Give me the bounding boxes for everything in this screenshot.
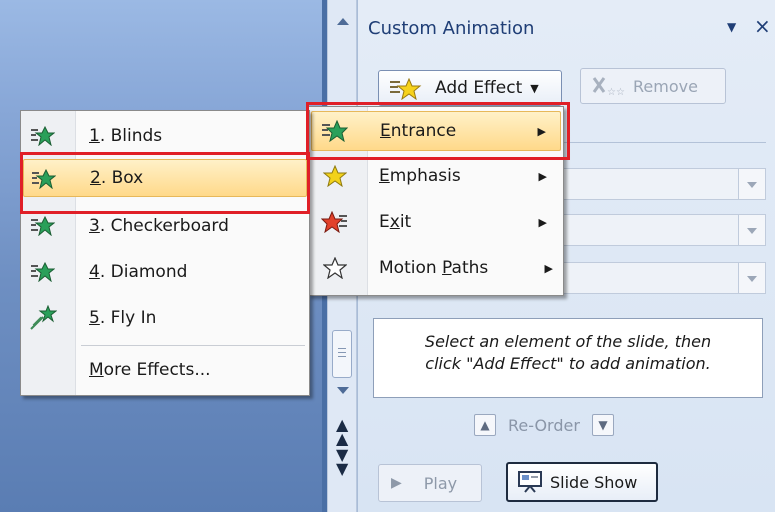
fly-in-key: 5 <box>89 308 100 328</box>
previous-slide-icon[interactable]: ▲ ▲ <box>336 417 348 447</box>
submenu-arrow-icon: ▶ <box>538 169 547 183</box>
fly-in-label: . Fly In <box>99 308 157 328</box>
chevron-down-icon: ▼ <box>530 81 539 95</box>
emphasis-star-icon <box>323 165 347 187</box>
property-dropdown-arrow-icon[interactable] <box>738 215 765 245</box>
move-up-arrow-icon[interactable]: ▲ <box>474 414 496 436</box>
blinds-key: 1 <box>89 126 100 146</box>
reorder-label: Re-Order <box>508 415 580 435</box>
menu-separator <box>81 345 305 346</box>
play-label: Play <box>423 473 458 493</box>
slide-show-label: Slide Show <box>550 472 638 492</box>
diamond-key: 4 <box>89 262 100 282</box>
pane-menu-dropdown-icon[interactable]: ▼ <box>727 20 736 34</box>
scroll-up-arrow-icon[interactable] <box>337 18 349 25</box>
more-effects-key: M <box>89 360 104 380</box>
remove-button[interactable]: ☆☆ Remove <box>580 68 726 104</box>
add-effect-star-icon <box>390 78 422 100</box>
blinds-star-icon <box>31 126 55 146</box>
blinds-label: . Blinds <box>99 126 163 146</box>
motion-paths-pre: Motion <box>379 258 443 278</box>
add-effect-button[interactable]: Add Effect ▼ <box>378 70 562 106</box>
slide-show-icon <box>518 471 542 493</box>
slide-show-button[interactable]: Slide Show <box>506 462 658 502</box>
reorder-group: ▲ Re-Order ▼ <box>474 414 614 436</box>
menu-item-diamond[interactable]: 4. Diamond <box>23 253 307 291</box>
checkerboard-star-icon <box>31 216 55 236</box>
checkerboard-key: 3 <box>89 216 100 236</box>
animation-list-box[interactable]: Select an element of the slide, then cli… <box>373 318 763 398</box>
next-slide-icon[interactable]: ▼ ▼ <box>336 447 348 477</box>
exit-key: x <box>389 212 400 232</box>
motion-paths-star-icon <box>323 257 347 279</box>
move-down-arrow-icon[interactable]: ▼ <box>591 414 614 436</box>
add-effect-label: Add Effect <box>435 78 523 98</box>
remove-effect-icon: ☆☆ <box>592 77 625 98</box>
exit-label: it <box>399 212 412 232</box>
play-icon: ▶ <box>391 475 402 491</box>
motion-paths-label: aths <box>451 258 489 278</box>
pane-close-icon[interactable]: × <box>754 14 771 38</box>
emphasis-key: E <box>379 166 390 186</box>
menu-item-emphasis[interactable]: Emphasis ▶ <box>311 157 561 195</box>
hint-line-2: click "Add Effect" to add animation. <box>425 354 711 373</box>
play-button[interactable]: ▶ Play <box>378 464 482 502</box>
start-dropdown-arrow-icon[interactable] <box>738 169 765 199</box>
fly-in-star-icon <box>29 305 57 331</box>
menu-item-exit[interactable]: Exit ▶ <box>311 203 561 241</box>
menu-item-more-effects[interactable]: More Effects... <box>23 351 307 389</box>
scroll-down-arrow-icon[interactable] <box>337 387 349 394</box>
submenu-arrow-icon: ▶ <box>538 215 547 229</box>
box-highlight-outline <box>20 152 310 214</box>
scroll-thumb[interactable] <box>332 330 352 378</box>
entrance-highlight-outline <box>306 102 570 160</box>
exit-star-icon <box>321 211 347 233</box>
menu-item-fly-in[interactable]: 5. Fly In <box>23 299 307 337</box>
diamond-label: . Diamond <box>99 262 188 282</box>
diamond-star-icon <box>31 262 55 282</box>
exit-pre: E <box>379 212 390 232</box>
remove-label: Remove <box>633 76 698 96</box>
checkerboard-label: . Checkerboard <box>99 216 229 236</box>
submenu-arrow-icon: ▶ <box>544 261 553 275</box>
motion-paths-key: P <box>442 258 452 278</box>
speed-dropdown-arrow-icon[interactable] <box>738 263 765 293</box>
svg-text:☆☆: ☆☆ <box>607 87 625 98</box>
hint-line-1: Select an element of the slide, then <box>424 332 712 351</box>
menu-item-motion-paths[interactable]: Motion Paths ▶ <box>311 249 561 287</box>
pane-title: Custom Animation <box>368 18 535 39</box>
menu-item-blinds[interactable]: 1. Blinds <box>23 117 307 155</box>
emphasis-label: mphasis <box>389 166 461 186</box>
more-effects-label: ore Effects... <box>103 360 211 380</box>
